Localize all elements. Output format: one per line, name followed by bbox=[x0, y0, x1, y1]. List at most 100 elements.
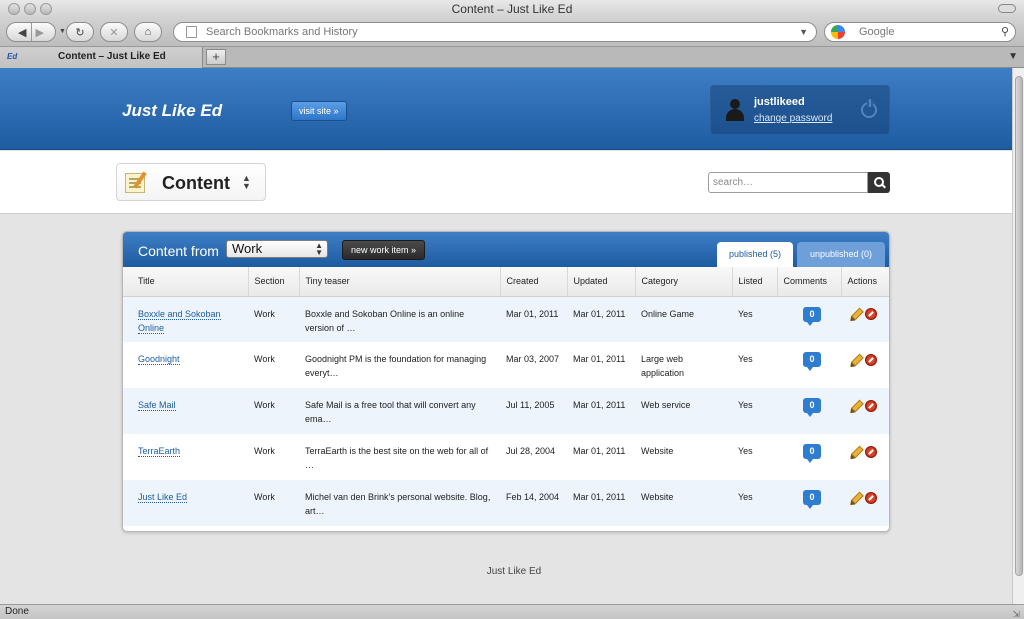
row-teaser: Michel van den Brink's personal website.… bbox=[299, 480, 500, 526]
row-comments-cell: 0 bbox=[777, 296, 841, 342]
tab-unpublished[interactable]: unpublished (0) bbox=[797, 242, 885, 267]
content-switcher[interactable]: Content ▲ ▼ bbox=[116, 163, 266, 201]
row-title-link[interactable]: Just Like Ed bbox=[138, 492, 188, 503]
row-title-link[interactable]: Boxxle and Sokoban Online bbox=[138, 308, 221, 334]
address-dropdown-icon[interactable]: ▼ bbox=[799, 23, 808, 41]
minimize-window-button[interactable] bbox=[24, 3, 36, 15]
edit-pencil-icon[interactable] bbox=[848, 489, 865, 506]
delete-icon[interactable] bbox=[865, 491, 877, 504]
column-header-title[interactable]: Title bbox=[123, 267, 249, 297]
row-title-link[interactable]: Goodnight bbox=[138, 354, 180, 365]
column-header-teaser[interactable]: Tiny teaser bbox=[299, 267, 501, 297]
new-tab-button[interactable]: + bbox=[206, 49, 226, 65]
row-title-cell: Just Like Ed bbox=[123, 480, 248, 526]
comments-badge[interactable]: 0 bbox=[803, 444, 821, 463]
row-created: Jul 28, 2004 bbox=[500, 434, 567, 480]
row-section: Work bbox=[248, 342, 299, 388]
comments-badge[interactable]: 0 bbox=[803, 306, 821, 326]
edit-pencil-icon[interactable] bbox=[848, 351, 865, 368]
row-title-link[interactable]: Safe Mail bbox=[138, 400, 176, 411]
resize-grip-icon[interactable]: ⇲ bbox=[1012, 607, 1020, 619]
tab-published[interactable]: published (5) bbox=[717, 242, 793, 267]
column-header-section[interactable]: Section bbox=[248, 267, 300, 297]
delete-icon[interactable] bbox=[865, 399, 877, 412]
change-password-link[interactable]: change password bbox=[754, 113, 832, 124]
delete-icon[interactable] bbox=[865, 445, 877, 458]
stop-button[interactable]: ✕ bbox=[100, 22, 128, 42]
row-updated: Mar 01, 2011 bbox=[567, 434, 635, 480]
window-titlebar: Content – Just Like Ed bbox=[0, 0, 1024, 18]
tab-content[interactable]: Ed Content – Just Like Ed bbox=[0, 47, 203, 68]
row-actions bbox=[841, 296, 889, 342]
row-created: Mar 03, 2007 bbox=[500, 342, 567, 388]
row-title-cell: Safe Mail bbox=[123, 388, 248, 434]
browser-search-placeholder: Google bbox=[859, 26, 895, 38]
tab-bar: Ed Content – Just Like Ed + ▼ bbox=[0, 46, 1024, 68]
section-select[interactable]: Work ▲ ▼ bbox=[226, 240, 328, 258]
new-work-item-button[interactable]: new work item » bbox=[342, 240, 426, 260]
row-section: Work bbox=[248, 296, 299, 342]
row-actions bbox=[841, 342, 889, 388]
select-arrows-icon: ▲ ▼ bbox=[315, 241, 323, 257]
vertical-scrollbar[interactable] bbox=[1012, 68, 1024, 604]
content-table: Title Section Tiny teaser Created Update… bbox=[123, 267, 889, 526]
toolbar-toggle-button[interactable] bbox=[998, 4, 1016, 13]
status-text: Done bbox=[5, 606, 29, 617]
table-row: Safe Mail Work Safe Mail is a free tool … bbox=[123, 388, 889, 434]
column-header-listed[interactable]: Listed bbox=[732, 267, 778, 297]
row-title-link[interactable]: TerraEarth bbox=[138, 446, 181, 457]
tab-title: Content – Just Like Ed bbox=[58, 51, 166, 62]
google-icon[interactable] bbox=[831, 25, 845, 39]
sub-header: Content ▲ ▼ search… bbox=[0, 151, 1012, 214]
page-title: Content bbox=[162, 173, 230, 193]
row-listed: Yes bbox=[732, 388, 777, 434]
edit-pencil-icon[interactable] bbox=[848, 397, 865, 414]
tab-list-icon[interactable]: ▼ bbox=[1008, 51, 1018, 62]
search-input[interactable]: search… bbox=[708, 172, 868, 193]
comments-badge[interactable]: 0 bbox=[803, 490, 821, 509]
column-header-category[interactable]: Category bbox=[635, 267, 733, 297]
browser-search-field[interactable]: Google ⚲ bbox=[824, 22, 1016, 42]
edit-pencil-icon[interactable] bbox=[848, 443, 865, 460]
search-button[interactable] bbox=[868, 172, 890, 193]
reload-button[interactable]: ↻ bbox=[66, 22, 94, 42]
back-forward-buttons[interactable]: ◀ ▶ bbox=[6, 22, 56, 42]
history-dropdown-icon[interactable]: ▼ bbox=[59, 28, 66, 35]
window-title: Content – Just Like Ed bbox=[451, 2, 573, 16]
zoom-window-button[interactable] bbox=[40, 3, 52, 15]
section-select-value: Work bbox=[232, 241, 263, 256]
visit-site-button[interactable]: visit site » bbox=[291, 101, 347, 121]
back-arrow-icon[interactable]: ◀ bbox=[18, 26, 26, 39]
reload-icon: ↻ bbox=[75, 26, 85, 39]
column-header-updated[interactable]: Updated bbox=[567, 267, 636, 297]
logout-power-icon[interactable] bbox=[861, 99, 877, 118]
panel-title: Content from bbox=[138, 243, 219, 259]
comments-badge[interactable]: 0 bbox=[803, 398, 821, 417]
row-updated: Mar 01, 2011 bbox=[567, 480, 635, 526]
home-button[interactable]: ⌂ bbox=[134, 22, 162, 42]
site-brand[interactable]: Just Like Ed bbox=[122, 101, 222, 121]
scrollbar-thumb[interactable] bbox=[1015, 76, 1023, 576]
up-down-arrows-icon: ▲ ▼ bbox=[242, 173, 251, 191]
magnifier-icon[interactable]: ⚲ bbox=[1001, 23, 1009, 41]
comments-badge[interactable]: 0 bbox=[803, 352, 821, 371]
row-teaser: Goodnight PM is the foundation for manag… bbox=[299, 342, 500, 388]
row-actions bbox=[841, 480, 889, 526]
delete-icon[interactable] bbox=[865, 353, 877, 366]
edit-pencil-icon[interactable] bbox=[848, 306, 865, 323]
browser-toolbar: ◀ ▶ ▼ ↻ ✕ ⌂ Search Bookmarks and History … bbox=[0, 18, 1024, 46]
close-window-button[interactable] bbox=[8, 3, 20, 15]
column-header-comments[interactable]: Comments bbox=[777, 267, 842, 297]
delete-icon[interactable] bbox=[865, 308, 877, 321]
column-header-created[interactable]: Created bbox=[500, 267, 568, 297]
notepad-icon bbox=[125, 173, 145, 193]
address-bar[interactable]: Search Bookmarks and History ▼ bbox=[173, 22, 817, 42]
forward-arrow-icon[interactable]: ▶ bbox=[36, 26, 44, 39]
row-updated: Mar 01, 2011 bbox=[567, 296, 635, 342]
content-panel: Content from Work ▲ ▼ new work item » pub… bbox=[122, 231, 890, 532]
row-section: Work bbox=[248, 480, 299, 526]
address-placeholder: Search Bookmarks and History bbox=[206, 26, 358, 38]
row-section: Work bbox=[248, 434, 299, 480]
row-category: Website bbox=[635, 480, 732, 526]
page-icon bbox=[186, 26, 197, 38]
